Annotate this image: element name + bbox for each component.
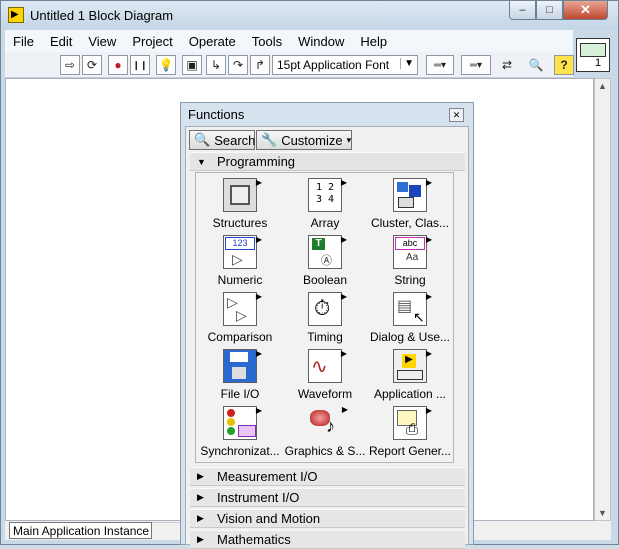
application-control-icon: ▶ ▶ bbox=[393, 349, 432, 383]
palette-item-synchronization[interactable]: ▶ Synchronizat... bbox=[196, 401, 284, 458]
collapsed-triangle-icon: ▶ bbox=[197, 534, 204, 544]
step-over-icon[interactable]: ↷ bbox=[228, 55, 248, 75]
pause-icon[interactable]: ❙❙ bbox=[130, 55, 150, 75]
category-programming[interactable]: ▼ Programming bbox=[190, 152, 465, 171]
palette-item-graphics-sound[interactable]: ♪ ▶ Graphics & S... bbox=[281, 401, 369, 458]
palette-item-boolean[interactable]: T Ⓐ ▶ Boolean bbox=[281, 230, 369, 287]
expanded-triangle-icon: ▼ bbox=[197, 156, 206, 167]
floppy-disk-icon: ▶ bbox=[223, 349, 262, 383]
palette-item-string[interactable]: abc Aa ▶ String bbox=[366, 230, 454, 287]
font-selector-value: 15pt Application Font bbox=[277, 58, 390, 72]
collapsed-triangle-icon: ▶ bbox=[197, 492, 204, 502]
horizontal-scrollbar[interactable] bbox=[152, 522, 180, 539]
scroll-down-icon[interactable]: ▼ bbox=[598, 508, 607, 518]
scroll-up-icon[interactable]: ▲ bbox=[598, 81, 607, 91]
dialog-cursor-icon: ▤ ↖ ▶ bbox=[393, 292, 432, 326]
array-icon: 1 2 3 4 ▶ bbox=[308, 178, 347, 212]
menu-operate[interactable]: Operate bbox=[181, 34, 244, 49]
palette-item-waveform[interactable]: ∿ ▶ Waveform bbox=[281, 344, 369, 401]
collapsed-triangle-icon: ▶ bbox=[197, 513, 204, 523]
retain-wire-values-icon[interactable]: ▣ bbox=[182, 55, 202, 75]
cluster-class-icon: ▶ bbox=[393, 178, 432, 212]
chevron-down-icon: ▾ bbox=[346, 134, 352, 145]
menu-help[interactable]: Help bbox=[352, 34, 395, 49]
menu-tools[interactable]: Tools bbox=[244, 34, 290, 49]
run-arrow-icon[interactable]: ⇨ bbox=[60, 55, 80, 75]
palette-title: Functions bbox=[188, 107, 245, 122]
numeric-icon: 123 ▷ ▶ bbox=[223, 235, 262, 269]
minimize-button[interactable]: – bbox=[509, 1, 536, 20]
magnifier-icon: 🔍 bbox=[194, 132, 211, 147]
window-title: Untitled 1 Block Diagram bbox=[30, 8, 174, 23]
vi-icon-number: 1 bbox=[595, 57, 602, 69]
step-into-icon[interactable]: ↳ bbox=[206, 55, 226, 75]
menu-file[interactable]: File bbox=[5, 34, 42, 49]
wrench-icon: 🔧 bbox=[261, 132, 278, 147]
distribute-objects-icon[interactable]: ═▾ bbox=[461, 55, 491, 75]
palette-close-icon[interactable]: ✕ bbox=[449, 108, 464, 122]
palette-customize-button[interactable]: 🔧 Customize ▾ bbox=[256, 130, 352, 150]
category-measurement-io[interactable]: ▶ Measurement I/O bbox=[190, 467, 465, 486]
align-objects-icon[interactable]: ═▾ bbox=[426, 55, 454, 75]
menu-project[interactable]: Project bbox=[124, 34, 180, 49]
vi-icon-graphic bbox=[580, 43, 606, 57]
highlight-execution-icon[interactable]: 💡 bbox=[156, 55, 176, 75]
vertical-scrollbar[interactable]: ▲ ▼ bbox=[594, 78, 611, 521]
comparison-icon: ▷ ▷ ▶ bbox=[223, 292, 262, 326]
palette-search-button[interactable]: 🔍 Search bbox=[189, 130, 255, 150]
palette-item-file-io[interactable]: ▶ File I/O bbox=[196, 344, 284, 401]
reorder-icon[interactable]: ⇄ bbox=[497, 55, 517, 75]
palette-item-structures[interactable]: ▶ Structures bbox=[196, 173, 284, 230]
palette-item-application-control[interactable]: ▶ ▶ Application ... bbox=[366, 344, 454, 401]
category-mathematics[interactable]: ▶ Mathematics bbox=[190, 530, 465, 549]
chevron-down-icon: ▼ bbox=[400, 58, 414, 69]
palette-item-numeric[interactable]: 123 ▷ ▶ Numeric bbox=[196, 230, 284, 287]
waveform-icon: ∿ ▶ bbox=[308, 349, 347, 383]
labview-app-icon[interactable]: ▶ bbox=[8, 7, 24, 23]
string-icon: abc Aa ▶ bbox=[393, 235, 432, 269]
collapsed-triangle-icon: ▶ bbox=[197, 471, 204, 481]
traffic-light-icon: ▶ bbox=[223, 406, 262, 440]
stopwatch-icon: ⏱ ▶ bbox=[308, 292, 347, 326]
palette-item-cluster-class[interactable]: ▶ Cluster, Clas... bbox=[366, 173, 454, 230]
structures-icon: ▶ bbox=[223, 178, 262, 212]
step-out-icon[interactable]: ↱ bbox=[250, 55, 270, 75]
menu-window[interactable]: Window bbox=[290, 34, 352, 49]
maximize-button[interactable]: □ bbox=[536, 1, 563, 20]
category-instrument-io[interactable]: ▶ Instrument I/O bbox=[190, 488, 465, 507]
palette-item-comparison[interactable]: ▷ ▷ ▶ Comparison bbox=[196, 287, 284, 344]
category-vision-and-motion[interactable]: ▶ Vision and Motion bbox=[190, 509, 465, 528]
vi-icon[interactable]: 1 bbox=[576, 38, 610, 72]
printer-report-icon: ⎙ ▶ bbox=[393, 406, 432, 440]
palette-item-dialog-ui[interactable]: ▤ ↖ ▶ Dialog & Use... bbox=[366, 287, 454, 344]
menu-bar: File Edit View Project Operate Tools Win… bbox=[5, 30, 573, 52]
palette-item-array[interactable]: 1 2 3 4 ▶ Array bbox=[281, 173, 369, 230]
palette-item-report-generation[interactable]: ⎙ ▶ Report Gener... bbox=[366, 401, 454, 458]
run-continuously-icon[interactable]: ⟳ bbox=[82, 55, 102, 75]
menu-edit[interactable]: Edit bbox=[42, 34, 80, 49]
menu-view[interactable]: View bbox=[80, 34, 124, 49]
programming-subpalette: ▶ Structures 1 2 3 4 ▶ Array ▶ Cluster, … bbox=[195, 172, 454, 463]
palette-item-timing[interactable]: ⏱ ▶ Timing bbox=[281, 287, 369, 344]
context-help-icon[interactable]: ? bbox=[554, 55, 574, 75]
font-selector[interactable]: 15pt Application Font ▼ bbox=[272, 55, 418, 75]
graphics-sound-icon: ♪ ▶ bbox=[308, 405, 348, 440]
boolean-icon: T Ⓐ ▶ bbox=[308, 235, 347, 269]
application-instance-field[interactable]: Main Application Instance bbox=[9, 522, 152, 539]
close-button[interactable]: ✕ bbox=[563, 1, 608, 20]
abort-icon[interactable]: ● bbox=[108, 55, 128, 75]
search-icon[interactable]: 🔍 bbox=[526, 55, 546, 75]
